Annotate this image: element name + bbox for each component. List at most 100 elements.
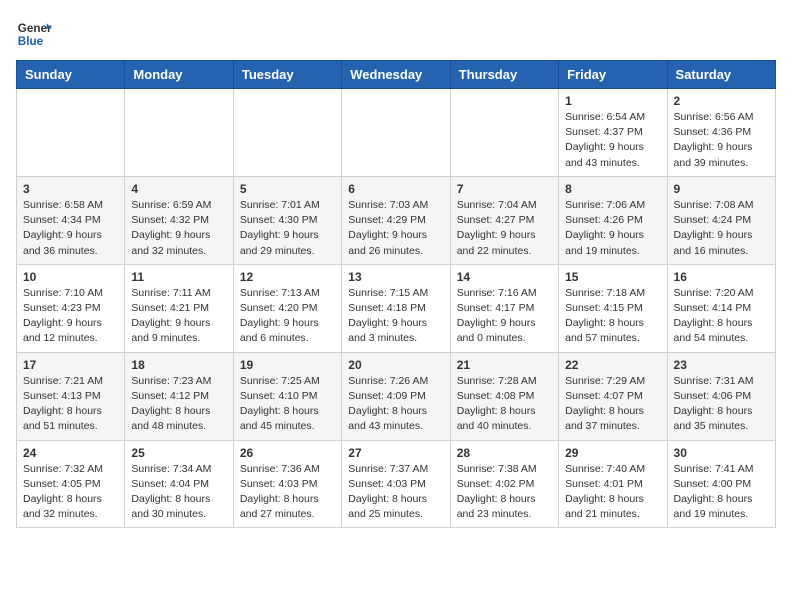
day-info: Sunrise: 7:37 AM Sunset: 4:03 PM Dayligh… [348,462,443,523]
day-info: Sunrise: 7:03 AM Sunset: 4:29 PM Dayligh… [348,198,443,259]
calendar-week-row: 24 Sunrise: 7:32 AM Sunset: 4:05 PM Dayli… [17,440,776,528]
day-number: 27 [348,446,443,460]
calendar-cell: 28 Sunrise: 7:38 AM Sunset: 4:02 PM Dayli… [450,440,558,528]
day-number: 12 [240,270,335,284]
day-number: 4 [131,182,226,196]
day-number: 7 [457,182,552,196]
day-info: Sunrise: 6:54 AM Sunset: 4:37 PM Dayligh… [565,110,660,171]
day-info: Sunrise: 6:59 AM Sunset: 4:32 PM Dayligh… [131,198,226,259]
calendar-cell [17,89,125,177]
calendar-cell: 10 Sunrise: 7:10 AM Sunset: 4:23 PM Dayli… [17,264,125,352]
day-info: Sunrise: 7:10 AM Sunset: 4:23 PM Dayligh… [23,286,118,347]
calendar-week-row: 1 Sunrise: 6:54 AM Sunset: 4:37 PM Daylig… [17,89,776,177]
calendar-cell: 8 Sunrise: 7:06 AM Sunset: 4:26 PM Daylig… [559,176,667,264]
weekday-header-row: SundayMondayTuesdayWednesdayThursdayFrid… [17,61,776,89]
day-info: Sunrise: 7:32 AM Sunset: 4:05 PM Dayligh… [23,462,118,523]
calendar-week-row: 17 Sunrise: 7:21 AM Sunset: 4:13 PM Dayli… [17,352,776,440]
day-info: Sunrise: 7:06 AM Sunset: 4:26 PM Dayligh… [565,198,660,259]
day-number: 9 [674,182,769,196]
day-number: 24 [23,446,118,460]
calendar-cell: 3 Sunrise: 6:58 AM Sunset: 4:34 PM Daylig… [17,176,125,264]
day-number: 16 [674,270,769,284]
day-number: 19 [240,358,335,372]
day-info: Sunrise: 7:31 AM Sunset: 4:06 PM Dayligh… [674,374,769,435]
calendar-cell: 9Sunrise: 7:08 AM Sunset: 4:24 PM Daylig… [667,176,775,264]
day-info: Sunrise: 7:29 AM Sunset: 4:07 PM Dayligh… [565,374,660,435]
weekday-header-thursday: Thursday [450,61,558,89]
day-number: 18 [131,358,226,372]
day-number: 2 [674,94,769,108]
day-number: 23 [674,358,769,372]
calendar-cell [450,89,558,177]
calendar-cell: 14Sunrise: 7:16 AM Sunset: 4:17 PM Dayli… [450,264,558,352]
day-info: Sunrise: 7:38 AM Sunset: 4:02 PM Dayligh… [457,462,552,523]
day-info: Sunrise: 7:21 AM Sunset: 4:13 PM Dayligh… [23,374,118,435]
weekday-header-wednesday: Wednesday [342,61,450,89]
day-number: 6 [348,182,443,196]
day-number: 10 [23,270,118,284]
day-number: 26 [240,446,335,460]
logo: General Blue [16,16,56,52]
calendar-cell: 7 Sunrise: 7:04 AM Sunset: 4:27 PM Daylig… [450,176,558,264]
day-number: 21 [457,358,552,372]
calendar-cell: 13 Sunrise: 7:15 AM Sunset: 4:18 PM Dayli… [342,264,450,352]
calendar-cell: 27 Sunrise: 7:37 AM Sunset: 4:03 PM Dayli… [342,440,450,528]
calendar-cell: 16 Sunrise: 7:20 AM Sunset: 4:14 PM Dayli… [667,264,775,352]
day-info: Sunrise: 7:34 AM Sunset: 4:04 PM Dayligh… [131,462,226,523]
day-number: 1 [565,94,660,108]
page-header: General Blue [16,16,776,52]
day-info: Sunrise: 7:23 AM Sunset: 4:12 PM Dayligh… [131,374,226,435]
calendar-cell: 4 Sunrise: 6:59 AM Sunset: 4:32 PM Daylig… [125,176,233,264]
calendar-cell [342,89,450,177]
svg-text:Blue: Blue [18,35,44,48]
calendar-cell: 25 Sunrise: 7:34 AM Sunset: 4:04 PM Dayli… [125,440,233,528]
day-number: 8 [565,182,660,196]
calendar-cell: 30 Sunrise: 7:41 AM Sunset: 4:00 PM Dayli… [667,440,775,528]
day-info: Sunrise: 7:04 AM Sunset: 4:27 PM Dayligh… [457,198,552,259]
day-number: 3 [23,182,118,196]
calendar-cell: 1 Sunrise: 6:54 AM Sunset: 4:37 PM Daylig… [559,89,667,177]
calendar-cell: 5Sunrise: 7:01 AM Sunset: 4:30 PM Daylig… [233,176,341,264]
calendar-cell: 18 Sunrise: 7:23 AM Sunset: 4:12 PM Dayli… [125,352,233,440]
weekday-header-tuesday: Tuesday [233,61,341,89]
calendar-cell [125,89,233,177]
day-info: Sunrise: 7:13 AM Sunset: 4:20 PM Dayligh… [240,286,335,347]
calendar-cell: 12 Sunrise: 7:13 AM Sunset: 4:20 PM Dayli… [233,264,341,352]
day-info: Sunrise: 6:58 AM Sunset: 4:34 PM Dayligh… [23,198,118,259]
calendar-week-row: 10 Sunrise: 7:10 AM Sunset: 4:23 PM Dayli… [17,264,776,352]
day-info: Sunrise: 7:26 AM Sunset: 4:09 PM Dayligh… [348,374,443,435]
weekday-header-saturday: Saturday [667,61,775,89]
calendar-cell: 26 Sunrise: 7:36 AM Sunset: 4:03 PM Dayli… [233,440,341,528]
day-number: 30 [674,446,769,460]
day-info: Sunrise: 7:16 AM Sunset: 4:17 PM Dayligh… [457,286,552,347]
weekday-header-monday: Monday [125,61,233,89]
calendar-cell: 11 Sunrise: 7:11 AM Sunset: 4:21 PM Dayli… [125,264,233,352]
calendar-cell: 2Sunrise: 6:56 AM Sunset: 4:36 PM Daylig… [667,89,775,177]
day-number: 5 [240,182,335,196]
calendar-cell: 22 Sunrise: 7:29 AM Sunset: 4:07 PM Dayli… [559,352,667,440]
weekday-header-sunday: Sunday [17,61,125,89]
day-number: 28 [457,446,552,460]
day-info: Sunrise: 7:25 AM Sunset: 4:10 PM Dayligh… [240,374,335,435]
day-info: Sunrise: 7:15 AM Sunset: 4:18 PM Dayligh… [348,286,443,347]
day-info: Sunrise: 7:18 AM Sunset: 4:15 PM Dayligh… [565,286,660,347]
weekday-header-friday: Friday [559,61,667,89]
calendar-cell: 29Sunrise: 7:40 AM Sunset: 4:01 PM Dayli… [559,440,667,528]
calendar-cell: 21 Sunrise: 7:28 AM Sunset: 4:08 PM Dayli… [450,352,558,440]
calendar-cell: 20 Sunrise: 7:26 AM Sunset: 4:09 PM Dayli… [342,352,450,440]
day-number: 20 [348,358,443,372]
day-info: Sunrise: 7:36 AM Sunset: 4:03 PM Dayligh… [240,462,335,523]
day-info: Sunrise: 7:11 AM Sunset: 4:21 PM Dayligh… [131,286,226,347]
day-info: Sunrise: 7:28 AM Sunset: 4:08 PM Dayligh… [457,374,552,435]
day-number: 25 [131,446,226,460]
calendar-cell: 17 Sunrise: 7:21 AM Sunset: 4:13 PM Dayli… [17,352,125,440]
calendar-cell: 23 Sunrise: 7:31 AM Sunset: 4:06 PM Dayli… [667,352,775,440]
day-info: Sunrise: 7:20 AM Sunset: 4:14 PM Dayligh… [674,286,769,347]
day-number: 13 [348,270,443,284]
day-number: 11 [131,270,226,284]
logo-icon: General Blue [16,16,52,52]
day-number: 17 [23,358,118,372]
day-info: Sunrise: 7:41 AM Sunset: 4:00 PM Dayligh… [674,462,769,523]
calendar-table: SundayMondayTuesdayWednesdayThursdayFrid… [16,60,776,528]
day-number: 22 [565,358,660,372]
